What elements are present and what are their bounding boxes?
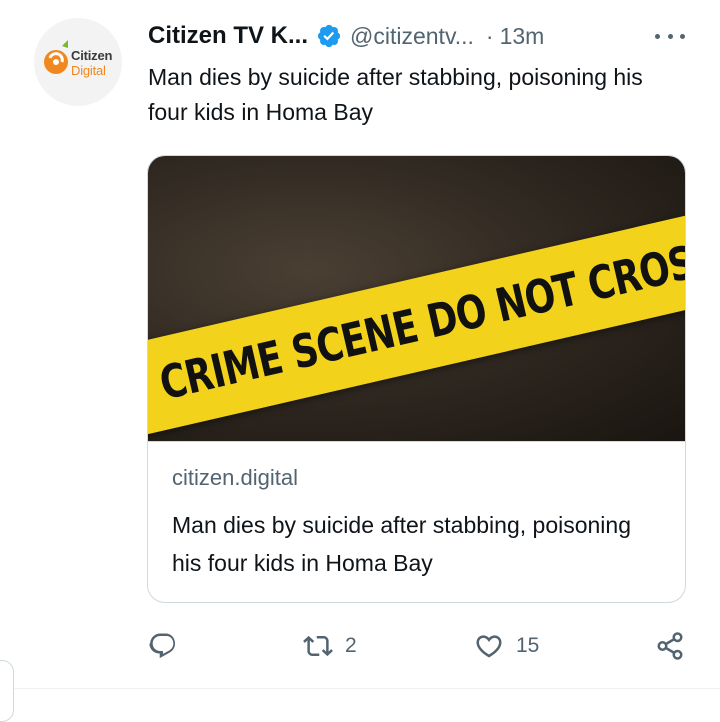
tweet-actions: 2 15: [148, 628, 688, 664]
tweet-text: Man dies by suicide after stabbing, pois…: [148, 64, 643, 125]
avatar-text-citizen: Citizen: [71, 48, 113, 63]
card-title: Man dies by suicide after stabbing, pois…: [172, 512, 632, 576]
more-dot: [667, 33, 673, 39]
retweet-count: 2: [345, 634, 357, 657]
reply-button[interactable]: [148, 628, 178, 664]
crime-scene-tape: CRIME SCENE DO NOT CROSS: [148, 196, 685, 441]
like-button[interactable]: 15: [474, 628, 539, 664]
card-domain: citizen.digital: [172, 465, 298, 490]
reply-icon: [149, 633, 176, 659]
share-icon: [657, 632, 683, 660]
link-card[interactable]: CRIME SCENE DO NOT CROSS citizen.digital…: [147, 155, 686, 603]
avatar-text-digital: Digital: [71, 63, 106, 78]
share-button[interactable]: [655, 628, 685, 664]
author-handle[interactable]: @citizentv...: [350, 23, 474, 50]
retweet-button[interactable]: 2: [303, 628, 357, 664]
more-dot: [655, 33, 660, 39]
heart-icon: [476, 635, 502, 658]
adjacent-panel-edge: [0, 660, 14, 722]
retweet-icon: [303, 635, 333, 657]
more-dot: [680, 33, 685, 39]
verified-badge-icon: [317, 24, 341, 48]
timestamp[interactable]: 13m: [500, 23, 545, 50]
divider: [0, 688, 720, 689]
avatar[interactable]: Citizen Digital: [34, 18, 122, 106]
more-options-icon[interactable]: [655, 24, 685, 48]
card-image[interactable]: CRIME SCENE DO NOT CROSS: [148, 156, 685, 442]
author-name[interactable]: Citizen TV K...: [148, 22, 308, 50]
tape-text: CRIME SCENE DO NOT CROSS: [154, 229, 685, 411]
separator-dot: ·: [485, 22, 494, 49]
like-count: 15: [516, 634, 540, 657]
tweet-header: Citizen TV K... @citizentv... · 13m: [148, 18, 544, 54]
